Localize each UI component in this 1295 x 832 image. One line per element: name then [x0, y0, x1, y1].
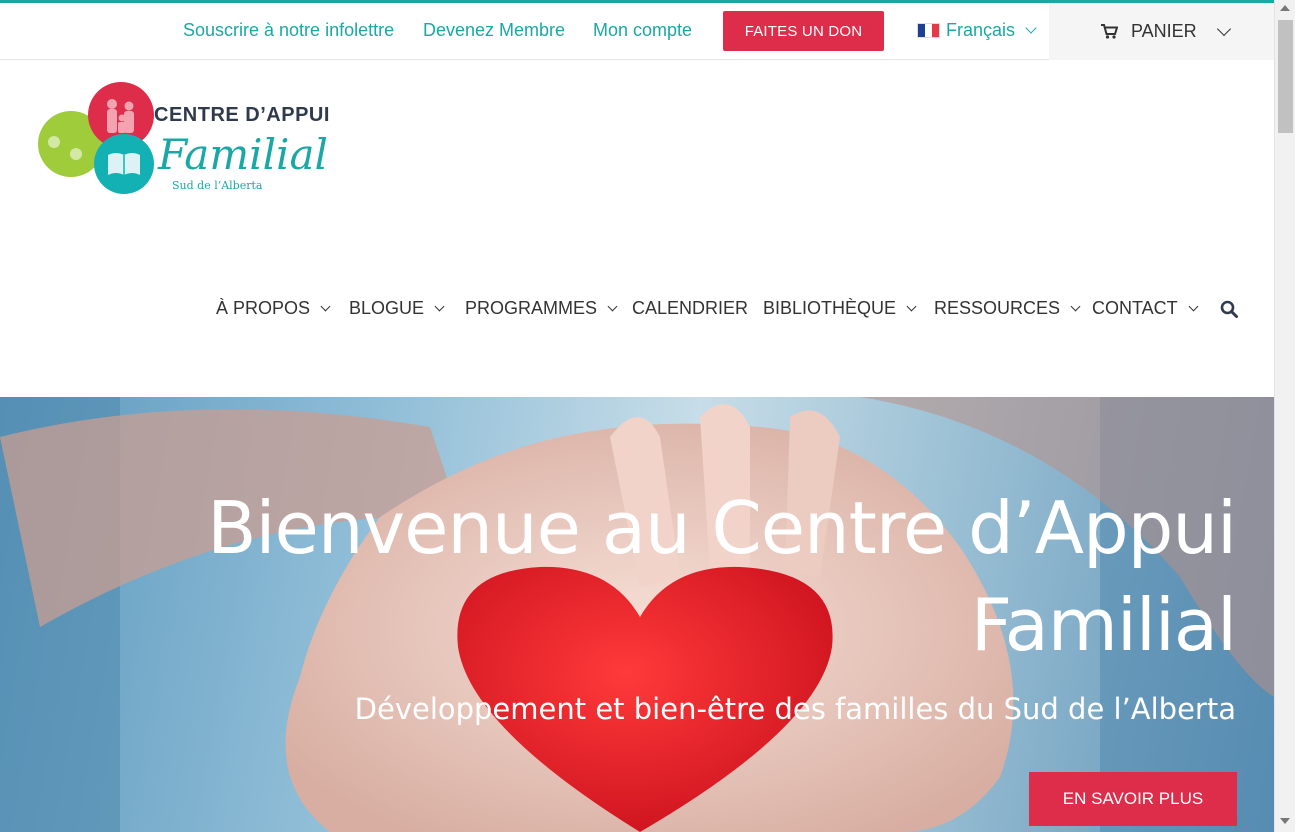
nav-item-label: RESSOURCES: [934, 298, 1061, 318]
logo-title: CENTRE D’APPUI: [154, 104, 330, 126]
chevron-down-icon: [607, 301, 618, 312]
newsletter-link[interactable]: Souscrire à notre infolettre: [183, 20, 394, 41]
france-flag-icon: [917, 23, 940, 38]
language-label: Français: [946, 20, 1016, 40]
logo-region: Sud de l’Alberta: [172, 179, 263, 192]
chevron-down-icon: [1188, 301, 1199, 312]
nav-item-label: BIBLIOTHÈQUE: [763, 298, 897, 318]
learn-more-button[interactable]: EN SAVOIR PLUS: [1029, 772, 1237, 826]
nav-item-contact[interactable]: CONTACT: [1092, 298, 1199, 319]
chevron-down-icon: [434, 301, 445, 312]
nav-item-label: CALENDRIER: [632, 298, 749, 318]
chevron-down-icon: [1216, 21, 1231, 37]
cart-icon: [1101, 24, 1118, 39]
scroll-down-arrow-icon[interactable]: [1280, 818, 1290, 824]
hero-title: Bienvenue au Centre d’Appui Familial: [136, 480, 1237, 674]
become-member-link[interactable]: Devenez Membre: [423, 20, 565, 41]
hero-title-line2: Familial: [970, 583, 1237, 667]
nav-item-label: À PROPOS: [216, 298, 311, 318]
nav-item-blogue[interactable]: BLOGUE: [349, 298, 445, 319]
hero-banner: Bienvenue au Centre d’Appui Familial Dév…: [0, 397, 1274, 832]
hero-title-line1: Bienvenue au Centre d’Appui: [207, 486, 1237, 570]
nav-item-programmes[interactable]: PROGRAMMES: [465, 298, 618, 319]
chevron-down-icon: [906, 301, 917, 312]
page-scrollbar[interactable]: [1274, 0, 1295, 832]
chevron-down-icon: [1070, 301, 1081, 312]
nav-item-a-propos[interactable]: À PROPOS: [216, 298, 331, 319]
chevron-down-icon: [320, 301, 331, 312]
nav-item-label: PROGRAMMES: [465, 298, 598, 318]
scrollbar-thumb[interactable]: [1278, 20, 1293, 133]
site-logo[interactable]: CENTRE D’APPUI Familial Sud de l’Alberta: [36, 82, 336, 200]
nav-item-ressources[interactable]: RESSOURCES: [934, 298, 1081, 319]
chevron-down-icon: [1025, 22, 1037, 34]
search-icon[interactable]: [1220, 300, 1238, 318]
cart-button[interactable]: PANIER: [1049, 3, 1274, 60]
page: Souscrire à notre infolettre Devenez Mem…: [0, 0, 1274, 832]
scroll-up-arrow-icon[interactable]: [1280, 5, 1290, 11]
logo-subtitle: Familial: [158, 130, 328, 179]
my-account-link[interactable]: Mon compte: [593, 20, 692, 41]
hero-subtitle: Développement et bien-être des familles …: [354, 692, 1236, 726]
donate-button[interactable]: FAITES UN DON: [723, 11, 884, 51]
nav-item-label: CONTACT: [1092, 298, 1178, 318]
cart-label: PANIER: [1131, 21, 1197, 41]
main-nav: À PROPOS BLOGUE PROGRAMMES CALENDRIER BI…: [0, 298, 1274, 322]
language-selector[interactable]: Français: [917, 20, 1037, 41]
top-bar: Souscrire à notre infolettre Devenez Mem…: [0, 0, 1274, 60]
nav-item-bibliotheque[interactable]: BIBLIOTHÈQUE: [763, 298, 917, 319]
nav-item-label: BLOGUE: [349, 298, 425, 318]
nav-item-calendrier[interactable]: CALENDRIER: [632, 298, 748, 319]
